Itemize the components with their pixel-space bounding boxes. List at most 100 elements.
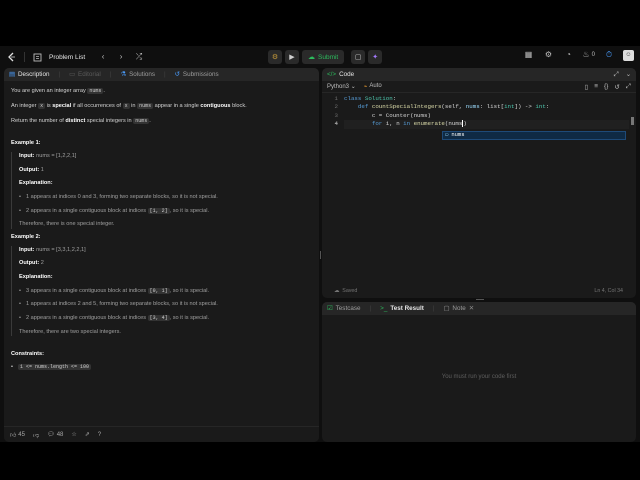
note-icon: ▢ [443, 305, 450, 312]
book-icon: ▭ [69, 71, 76, 78]
line-number: 4 [334, 120, 338, 128]
sparkle-icon: ✦ [372, 54, 379, 61]
settings-icon[interactable]: ⚙ [542, 49, 554, 61]
checkbox-icon: ☑ [327, 305, 333, 312]
share-icon[interactable]: ⇗ [85, 431, 90, 438]
description-tabs: ▤ Description | ▭ Editorial | ⚗ Solution… [4, 68, 319, 81]
code-line-2: def countSpecialIntegers(self, nums: lis… [357, 103, 550, 111]
ai-button[interactable]: ✦ [368, 50, 383, 64]
language-select[interactable]: Python3 ⌄ [327, 83, 356, 90]
line-number: 3 [334, 111, 338, 119]
saved-status: Saved [342, 288, 358, 294]
dislike-button[interactable]: 👎︎ [33, 431, 39, 439]
history-icon: ↺ [174, 71, 180, 78]
shuffle-icon[interactable]: ⤮ [133, 51, 145, 63]
flame-icon[interactable]: ◔ [562, 49, 574, 61]
test-panel: ☑ Testcase | >_ Test Result | ▢ Note ✕ Y… [322, 302, 636, 442]
streak-fire-icon[interactable]: ♨ 0 [582, 49, 595, 61]
example-2-bullet-3: 2 appears in a single contiguous block a… [19, 314, 312, 323]
debug-button[interactable]: ⚙ [268, 50, 282, 64]
code-line-1: class Solution: [344, 95, 397, 102]
tab-solutions-label: Solutions [129, 71, 155, 78]
example-2-bullet-2: 1 appears at indices 2 and 5, forming tw… [19, 300, 312, 309]
tab-editorial-label: Editorial [78, 71, 101, 78]
code-editor[interactable]: 1 2 3 4 class Solution: def countSpecial… [322, 93, 636, 283]
braces-icon[interactable]: {} [604, 83, 608, 91]
star-icon[interactable]: ☆ [71, 431, 76, 438]
format-icon[interactable]: ≡ [594, 83, 598, 91]
bookmark-icon[interactable]: ▯ [585, 83, 589, 91]
top-bar: Problem List ‹ › ⤮ ⚙ ▶ ☁ Submit ▢ ✦ ▦ ⚙ … [0, 46, 640, 68]
help-icon[interactable]: ? [98, 432, 101, 438]
tab-note[interactable]: ▢ Note ✕ [443, 305, 474, 312]
comments-button[interactable]: 💬︎ 48 [47, 431, 63, 439]
variable-icon: ▭ [445, 131, 449, 139]
chevron-left-icon[interactable]: ‹ [97, 51, 109, 63]
example-1-title: Example 1: [11, 140, 41, 147]
tab-test-result[interactable]: >_ Test Result [380, 305, 424, 312]
tab-note-label: Note [452, 305, 466, 312]
chevron-right-icon[interactable]: › [115, 51, 127, 63]
run-button[interactable]: ▶ [285, 50, 299, 64]
notes-button[interactable]: ▢ [351, 50, 366, 64]
horizontal-resize-handle[interactable] [476, 299, 484, 300]
like-count: 45 [18, 431, 25, 438]
autocomplete-suggestion[interactable]: ▭ nums [442, 131, 626, 140]
document-icon: ▤ [9, 71, 15, 78]
submit-label: Submit [318, 53, 339, 61]
tab-testcase[interactable]: ☑ Testcase [327, 305, 361, 312]
test-panel-tabs: ☑ Testcase | >_ Test Result | ▢ Note ✕ [322, 302, 636, 315]
leetcode-logo-icon[interactable] [6, 51, 18, 63]
list-icon[interactable] [31, 51, 43, 63]
suggestion-label: nums [451, 131, 465, 139]
autocomplete-mode[interactable]: ⌁ Auto [364, 83, 382, 90]
tab-description[interactable]: ▤ Description [9, 71, 49, 78]
example-2-block: Input: nums = [3,3,1,2,2,1] Output: 2 Ex… [11, 245, 312, 337]
editor-status-bar: ☁ Saved Ln 4, Col 34 [322, 286, 636, 296]
editor-scrollbar[interactable] [631, 117, 634, 125]
code-line-4: for i, n in enumerate(nums) [344, 120, 629, 129]
description-footer: 👍︎ 45 👎︎ 💬︎ 48 ☆ ⇗ ? [4, 426, 319, 442]
editor-toolbar: Python3 ⌄ ⌁ Auto ▯ ≡ {} ↺ ⤢ [322, 81, 636, 93]
problem-list-link[interactable]: Problem List [49, 54, 85, 61]
streak-count: 0 [591, 52, 595, 58]
avatar[interactable]: ☺ [623, 49, 634, 61]
tab-code[interactable]: </> Code [327, 71, 354, 78]
example-1-bullet-2: 2 appears in a single contiguous block a… [19, 207, 312, 216]
tab-editorial[interactable]: ▭ Editorial [69, 71, 101, 78]
timer-icon[interactable]: ⏱ [603, 49, 615, 61]
tab-solutions[interactable]: ⚗ Solutions [120, 71, 155, 78]
close-icon[interactable]: ✕ [469, 305, 474, 312]
example-2-conclusion: Therefore, there are two special integer… [19, 328, 121, 335]
flask-icon: ⚗ [120, 71, 127, 78]
reset-icon[interactable]: ↺ [614, 83, 619, 91]
line-number: 2 [334, 103, 338, 111]
empty-result-message: You must run your code first [441, 374, 517, 380]
description-panel: ▤ Description | ▭ Editorial | ⚗ Solution… [4, 68, 319, 442]
example-2-title: Example 2: [11, 233, 41, 240]
code-line-3: c = Counter(nums) [344, 111, 431, 119]
submit-button[interactable]: ☁ Submit [302, 50, 345, 64]
bug-icon: ⚙ [271, 54, 279, 61]
chevron-down-icon: ⌄ [350, 84, 356, 90]
code-icon: </> [327, 71, 337, 78]
cloud-saved-icon: ☁ [334, 288, 340, 294]
intro-paragraph-3: Return the number of distinct special in… [11, 117, 151, 124]
example-2-bullet-1: 3 appears in a single contiguous block a… [19, 287, 312, 296]
comment-icon: 💬︎ [47, 432, 55, 438]
like-button[interactable]: 👍︎ 45 [10, 431, 25, 439]
layout-icon[interactable]: ▦ [522, 49, 534, 61]
auto-icon: ⌁ [363, 84, 368, 90]
constraint-1: 1 <= nums.length <= 100 [11, 363, 312, 372]
leetcode-app: Problem List ‹ › ⤮ ⚙ ▶ ☁ Submit ▢ ✦ ▦ ⚙ … [0, 46, 640, 442]
note-icon: ▢ [354, 54, 362, 61]
cursor-position: Ln 4, Col 34 [594, 288, 623, 294]
tab-submissions[interactable]: ↺ Submissions [175, 71, 219, 78]
thumbs-down-icon: 👎︎ [32, 432, 40, 439]
vertical-resize-handle[interactable] [320, 251, 321, 259]
fullscreen-icon[interactable]: ⤢ [626, 83, 631, 91]
terminal-icon: >_ [380, 305, 388, 312]
maximize-icon[interactable]: ⤢ [614, 71, 619, 79]
minimize-icon[interactable]: ⌄ [626, 71, 631, 79]
intro-paragraph-2: An integer x is special if all occurrenc… [11, 102, 247, 109]
